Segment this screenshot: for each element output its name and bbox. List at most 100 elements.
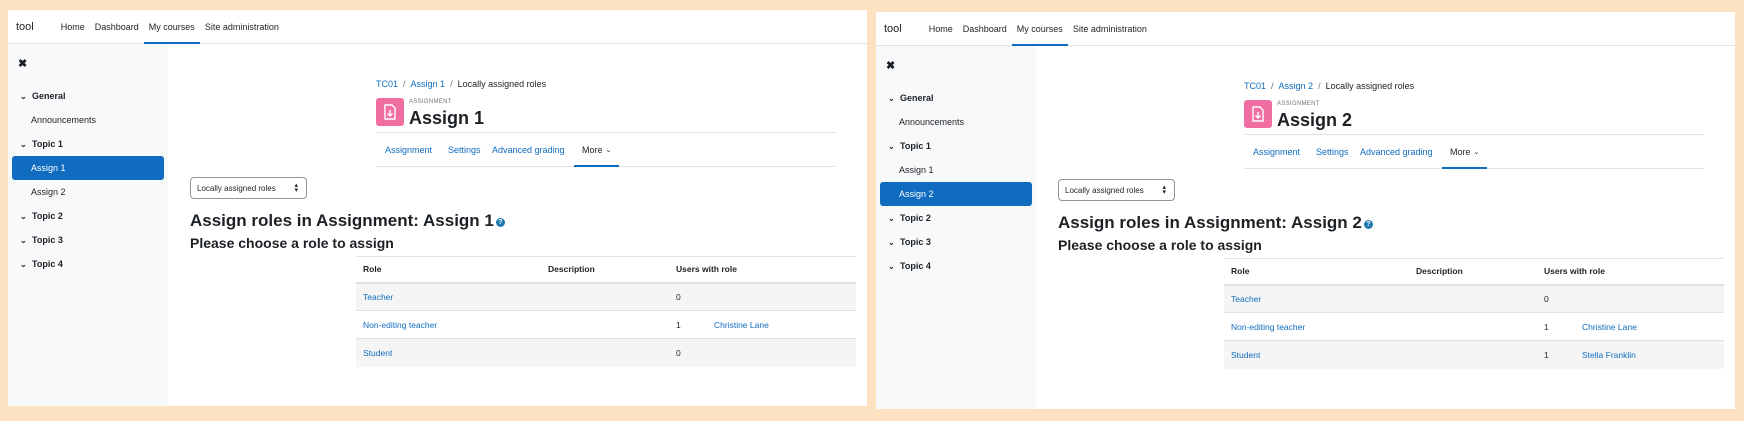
role-select[interactable]: Locally assigned roles ▴ ▾ <box>190 177 307 199</box>
breadcrumb-course[interactable]: TC01 <box>376 79 398 89</box>
drawer-item-announcements[interactable]: Announcements <box>880 110 1032 134</box>
close-icon[interactable]: ✖ <box>18 57 27 70</box>
chevron-down-icon[interactable]: ⌄ <box>20 92 32 101</box>
column-header-role: Role <box>1224 258 1409 286</box>
breadcrumb-separator: / <box>403 79 406 89</box>
chevron-down-icon[interactable]: ⌄ <box>20 260 32 269</box>
section-general[interactable]: ⌄ General <box>880 86 1032 110</box>
nav-my-courses[interactable]: My courses <box>143 10 200 44</box>
nav-my-courses[interactable]: My courses <box>1011 12 1068 46</box>
tab-settings[interactable]: Settings <box>440 133 489 166</box>
section-topic-2[interactable]: ⌄ Topic 2 <box>12 204 164 228</box>
role-description <box>541 310 669 339</box>
choose-role-heading: Please choose a role to assign <box>190 235 394 251</box>
chevron-down-icon[interactable]: ⌄ <box>20 140 32 149</box>
section-topic-4[interactable]: ⌄ Topic 4 <box>12 252 164 276</box>
roles-table: Role Description Users with role Teacher… <box>356 256 856 367</box>
chevron-down-icon[interactable]: ⌄ <box>888 142 900 151</box>
nav-dashboard[interactable]: Dashboard <box>958 12 1012 45</box>
user-count: 0 <box>669 338 707 367</box>
section-topic-1[interactable]: ⌄ Topic 1 <box>880 134 1032 158</box>
role-description <box>541 282 669 311</box>
chevron-down-icon[interactable]: ⌄ <box>888 238 900 247</box>
user-count: 1 <box>1537 312 1575 341</box>
course-index-drawer: ✖ ⌄ General Announcements ⌄ Topic 1 Assign… <box>876 46 1036 409</box>
tab-more-label: More <box>1450 146 1471 157</box>
section-label: Topic 4 <box>900 261 931 271</box>
table-header-row: Role Description Users with role <box>356 256 856 284</box>
tab-advanced-grading[interactable]: Advanced grading <box>484 133 573 166</box>
choose-role-heading: Please choose a role to assign <box>1058 237 1262 253</box>
close-icon[interactable]: ✖ <box>886 59 895 72</box>
role-link[interactable]: Student <box>1231 350 1260 360</box>
site-brand[interactable]: tool <box>876 12 924 45</box>
chevron-down-icon[interactable]: ⌄ <box>888 214 900 223</box>
section-general[interactable]: ⌄ General <box>12 84 164 108</box>
assignment-icon <box>1244 100 1272 128</box>
role-link[interactable]: Student <box>363 348 392 358</box>
role-select-value: Locally assigned roles <box>197 183 276 193</box>
nav-dashboard[interactable]: Dashboard <box>90 10 144 43</box>
nav-site-administration[interactable]: Site administration <box>200 10 284 43</box>
breadcrumb-separator: / <box>450 79 453 89</box>
breadcrumb-course[interactable]: TC01 <box>1244 81 1266 91</box>
role-link[interactable]: Teacher <box>363 292 393 302</box>
tab-assignment[interactable]: Assignment <box>1245 135 1308 168</box>
breadcrumb-activity[interactable]: Assign 1 <box>411 79 446 89</box>
assignment-icon <box>376 98 404 126</box>
chevron-down-icon[interactable]: ⌄ <box>888 94 900 103</box>
nav-site-administration[interactable]: Site administration <box>1068 12 1152 45</box>
section-topic-2[interactable]: ⌄ Topic 2 <box>880 206 1032 230</box>
user-link[interactable]: Stella Franklin <box>1582 350 1636 360</box>
activity-type-label: ASSIGNMENT <box>1277 101 1320 107</box>
tab-assignment[interactable]: Assignment <box>377 133 440 166</box>
user-link[interactable]: Christine Lane <box>1582 322 1637 332</box>
chevron-down-icon[interactable]: ⌄ <box>20 236 32 245</box>
user-count: 0 <box>1537 284 1575 313</box>
left-window: tool Home Dashboard My courses Site admi… <box>8 10 867 406</box>
drawer-item-announcements[interactable]: Announcements <box>12 108 164 132</box>
chevron-down-icon[interactable]: ⌄ <box>20 212 32 221</box>
top-navbar: tool Home Dashboard My courses Site admi… <box>8 10 867 44</box>
nav-home[interactable]: Home <box>56 10 90 43</box>
help-icon[interactable]: ? <box>495 218 505 227</box>
user-link[interactable]: Christine Lane <box>714 320 769 330</box>
course-index: ⌄ General Announcements ⌄ Topic 1 Assign 1… <box>880 86 1032 278</box>
site-brand[interactable]: tool <box>8 10 56 43</box>
nav-home[interactable]: Home <box>924 12 958 45</box>
drawer-item-assign-2[interactable]: Assign 2 <box>12 180 164 204</box>
section-topic-1[interactable]: ⌄ Topic 1 <box>12 132 164 156</box>
section-topic-3[interactable]: ⌄ Topic 3 <box>880 230 1032 254</box>
drawer-item-assign-1[interactable]: Assign 1 <box>12 156 164 180</box>
assign-roles-heading-text: Assign roles in Assignment: Assign 2 <box>1058 213 1362 232</box>
role-link[interactable]: Non-editing teacher <box>1231 322 1305 332</box>
main-content: TC01 / Assign 2 / Locally assigned roles ASS… <box>1036 46 1735 409</box>
role-link[interactable]: Teacher <box>1231 294 1261 304</box>
assign-roles-heading: Assign roles in Assignment: Assign 2? <box>1058 213 1373 233</box>
role-description <box>1409 312 1537 341</box>
drawer-item-assign-2[interactable]: Assign 2 <box>880 182 1032 206</box>
activity-type-label: ASSIGNMENT <box>409 99 452 105</box>
breadcrumb-current: Locally assigned roles <box>1325 81 1415 91</box>
chevron-down-icon[interactable]: ⌄ <box>888 262 900 271</box>
help-icon[interactable]: ? <box>1363 220 1373 229</box>
drawer-item-assign-1[interactable]: Assign 1 <box>880 158 1032 182</box>
table-row: Non-editing teacher 1 Christine Lane <box>1224 312 1724 341</box>
section-topic-3[interactable]: ⌄ Topic 3 <box>12 228 164 252</box>
breadcrumb-activity[interactable]: Assign 2 <box>1279 81 1314 91</box>
user-count: 1 <box>1537 340 1575 369</box>
tab-advanced-grading[interactable]: Advanced grading <box>1352 135 1441 168</box>
role-link[interactable]: Non-editing teacher <box>363 320 437 330</box>
tab-more[interactable]: More ⌄ <box>1442 135 1488 169</box>
tab-more[interactable]: More ⌄ <box>574 133 620 167</box>
section-topic-4[interactable]: ⌄ Topic 4 <box>880 254 1032 278</box>
role-select[interactable]: Locally assigned roles ▴ ▾ <box>1058 179 1175 201</box>
roles-table: Role Description Users with role Teacher… <box>1224 258 1724 369</box>
breadcrumb-separator: / <box>1271 81 1274 91</box>
breadcrumb: TC01 / Assign 2 / Locally assigned roles <box>1244 81 1414 91</box>
role-description <box>1409 340 1537 369</box>
tab-settings[interactable]: Settings <box>1308 135 1357 168</box>
section-label: Topic 1 <box>32 139 63 149</box>
select-caret-icon: ▴ ▾ <box>1162 184 1166 196</box>
breadcrumb-separator: / <box>1318 81 1321 91</box>
